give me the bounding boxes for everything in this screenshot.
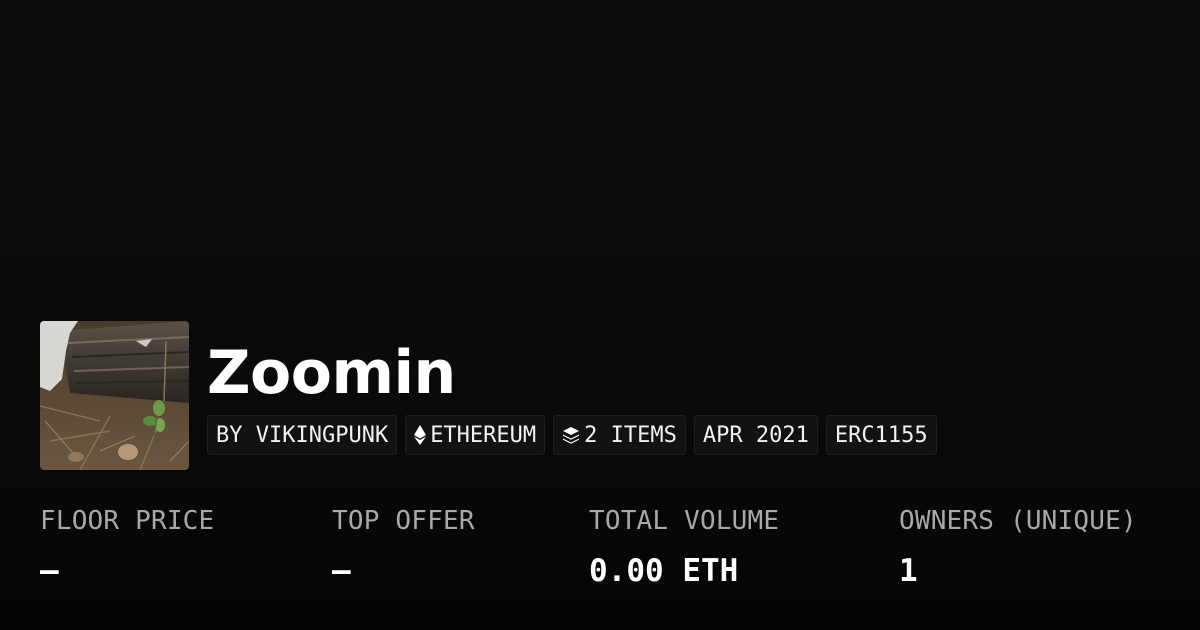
collection-thumbnail — [40, 321, 189, 470]
chain-label: ETHEREUM — [430, 422, 537, 448]
creator-label: BY VIKINGPUNK — [216, 422, 389, 448]
layers-icon — [562, 426, 580, 444]
ethereum-icon — [414, 425, 427, 445]
creator-tag[interactable]: BY VIKINGPUNK — [207, 415, 398, 455]
stat-owners: OWNERS (UNIQUE) 1 — [899, 503, 1137, 591]
collection-info: Zoomin BY VIKINGPUNK ETHEREUM 2 ITEMS AP… — [207, 321, 937, 455]
standard-label: ERC1155 — [834, 422, 928, 448]
collection-header: Zoomin BY VIKINGPUNK ETHEREUM 2 ITEMS AP… — [40, 321, 937, 470]
date-label: APR 2021 — [702, 422, 809, 448]
owners-label: OWNERS (UNIQUE) — [899, 506, 1137, 536]
collection-stats: FLOOR PRICE — TOP OFFER — TOTAL VOLUME 0… — [0, 503, 1200, 603]
total-volume-value: 0.00 ETH — [589, 553, 739, 589]
collection-photo-thumbnail — [40, 321, 189, 470]
stat-top-offer: TOP OFFER — — [332, 503, 475, 591]
date-tag: APR 2021 — [693, 415, 818, 455]
items-tag: 2 ITEMS — [553, 415, 686, 455]
stat-floor-price: FLOOR PRICE — — [40, 503, 214, 591]
chain-tag: ETHEREUM — [405, 415, 546, 455]
owners-value: 1 — [899, 553, 918, 589]
stat-total-volume: TOTAL VOLUME 0.00 ETH — [589, 503, 779, 591]
collection-tags: BY VIKINGPUNK ETHEREUM 2 ITEMS APR 2021 … — [207, 415, 937, 455]
collection-title: Zoomin — [207, 338, 456, 408]
top-offer-label: TOP OFFER — [332, 506, 475, 536]
floor-price-label: FLOOR PRICE — [40, 506, 215, 536]
items-label: 2 ITEMS — [584, 422, 677, 448]
floor-price-value: — — [40, 553, 59, 589]
top-offer-value: — — [332, 553, 351, 589]
standard-tag: ERC1155 — [825, 415, 937, 455]
total-volume-label: TOTAL VOLUME — [589, 506, 780, 536]
